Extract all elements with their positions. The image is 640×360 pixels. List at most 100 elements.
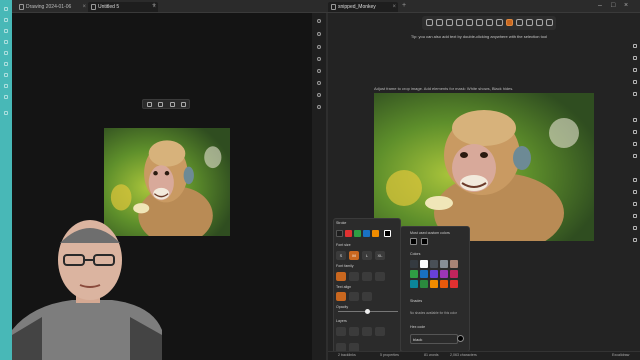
fit-icon[interactable] xyxy=(315,55,323,63)
align-right-button[interactable] xyxy=(362,292,372,301)
lock-icon[interactable] xyxy=(632,225,638,231)
font-code-button[interactable] xyxy=(362,272,372,281)
align-left-button[interactable] xyxy=(336,292,346,301)
custom-color-swatch[interactable] xyxy=(421,238,428,245)
text-icon[interactable] xyxy=(506,19,513,26)
hand-tool-icon[interactable] xyxy=(632,237,638,243)
current-color-swatch[interactable] xyxy=(457,335,464,342)
tab-drawing[interactable]: Drawing 2024-01-06 20.07... × xyxy=(16,2,88,20)
tab-untitled[interactable]: Untitled 5 × xyxy=(88,2,158,12)
palette-swatch[interactable] xyxy=(410,280,418,288)
calendar-icon[interactable] xyxy=(3,39,9,45)
send-backward-button[interactable] xyxy=(349,327,359,336)
palette-swatch[interactable] xyxy=(430,270,438,278)
excalidraw-label[interactable]: Excalidraw xyxy=(612,353,629,357)
ellipse-icon[interactable] xyxy=(466,19,473,26)
graph-icon[interactable] xyxy=(3,50,9,56)
link-icon[interactable] xyxy=(632,129,638,135)
tag-icon[interactable] xyxy=(3,83,9,89)
close-window-icon[interactable]: × xyxy=(624,2,628,9)
monkey-image-right[interactable] xyxy=(374,93,594,241)
edit-icon[interactable] xyxy=(181,102,186,107)
font-size-xl[interactable]: XL xyxy=(375,251,385,260)
palette-swatch[interactable] xyxy=(440,280,448,288)
palette-swatch[interactable] xyxy=(410,260,418,268)
custom-color-swatch[interactable] xyxy=(410,238,417,245)
hand-icon[interactable] xyxy=(436,19,443,26)
tab-snipped-monkey[interactable]: snipped_Monkey × xyxy=(328,2,398,12)
palette-swatch[interactable] xyxy=(410,270,418,278)
close-icon[interactable]: × xyxy=(392,2,396,12)
camera-icon[interactable] xyxy=(632,201,638,207)
file-explorer-icon[interactable] xyxy=(3,6,9,12)
pencil-icon[interactable] xyxy=(496,19,503,26)
stroke-swatch[interactable] xyxy=(384,230,391,237)
stroke-swatch[interactable] xyxy=(372,230,379,237)
pen-icon[interactable] xyxy=(632,43,638,49)
grid-icon[interactable] xyxy=(632,213,638,219)
arrow-icon[interactable] xyxy=(476,19,483,26)
eraser-icon[interactable] xyxy=(526,19,533,26)
rectangle-icon[interactable] xyxy=(446,19,453,26)
duplicate-icon[interactable] xyxy=(158,102,163,107)
palette-swatch[interactable] xyxy=(430,260,438,268)
palette-swatch[interactable] xyxy=(450,270,458,278)
new-tab-icon[interactable]: + xyxy=(402,2,406,9)
help-icon[interactable] xyxy=(315,103,323,111)
palette-swatch[interactable] xyxy=(430,280,438,288)
maximize-icon[interactable]: □ xyxy=(611,2,615,9)
backlinks-count[interactable]: 2 backlinks xyxy=(338,353,356,357)
template-icon[interactable] xyxy=(3,61,9,67)
font-size-m[interactable]: M xyxy=(349,251,359,260)
bring-to-front-button[interactable] xyxy=(375,327,385,336)
font-size-s[interactable]: S xyxy=(336,251,346,260)
tools-icon[interactable] xyxy=(3,110,9,116)
diamond-icon[interactable] xyxy=(456,19,463,26)
zoom-in-icon[interactable] xyxy=(315,30,323,38)
frame-icon[interactable] xyxy=(536,19,543,26)
share-icon[interactable] xyxy=(632,189,638,195)
font-size-l[interactable]: L xyxy=(362,251,372,260)
select-icon[interactable] xyxy=(426,19,433,26)
align-center-button[interactable] xyxy=(349,292,359,301)
minimize-icon[interactable]: – xyxy=(598,2,602,9)
export-icon[interactable] xyxy=(632,177,638,183)
palette-swatch[interactable] xyxy=(450,280,458,288)
refresh-icon[interactable] xyxy=(315,43,323,51)
bookmark-icon[interactable] xyxy=(3,28,9,34)
font-hand-button[interactable] xyxy=(336,272,346,281)
folder-icon[interactable] xyxy=(3,94,9,100)
layers-icon[interactable] xyxy=(632,153,638,159)
palette-swatch[interactable] xyxy=(450,260,458,268)
image-icon[interactable] xyxy=(516,19,523,26)
palette-swatch[interactable] xyxy=(440,270,448,278)
crop-icon[interactable] xyxy=(170,102,175,107)
palette-swatch[interactable] xyxy=(420,260,428,268)
settings-icon[interactable] xyxy=(315,17,323,25)
highlighter-icon[interactable] xyxy=(632,91,638,97)
stroke-swatch[interactable] xyxy=(354,230,361,237)
marker-icon[interactable] xyxy=(632,67,638,73)
search-icon[interactable] xyxy=(3,17,9,23)
eyedropper-icon[interactable] xyxy=(632,79,638,85)
stroke-swatch[interactable] xyxy=(345,230,352,237)
font-local-button[interactable] xyxy=(375,272,385,281)
delete-icon[interactable] xyxy=(147,102,152,107)
brush-icon[interactable] xyxy=(632,55,638,61)
line-icon[interactable] xyxy=(486,19,493,26)
palette-swatch[interactable] xyxy=(420,280,428,288)
palette-swatch[interactable] xyxy=(420,270,428,278)
close-icon[interactable]: × xyxy=(82,2,86,12)
minus-icon[interactable] xyxy=(315,67,323,75)
stroke-swatch[interactable] xyxy=(363,230,370,237)
opacity-slider-knob[interactable] xyxy=(365,309,370,314)
stroke-swatch[interactable] xyxy=(336,230,343,237)
more-tools-icon[interactable] xyxy=(546,19,553,26)
undo-icon[interactable] xyxy=(315,79,323,87)
draw-icon[interactable] xyxy=(3,72,9,78)
new-tab-icon[interactable]: + xyxy=(152,2,156,9)
hex-input[interactable]: black xyxy=(410,334,458,344)
font-normal-button[interactable] xyxy=(349,272,359,281)
palette-swatch[interactable] xyxy=(440,260,448,268)
script-icon[interactable] xyxy=(632,117,638,123)
